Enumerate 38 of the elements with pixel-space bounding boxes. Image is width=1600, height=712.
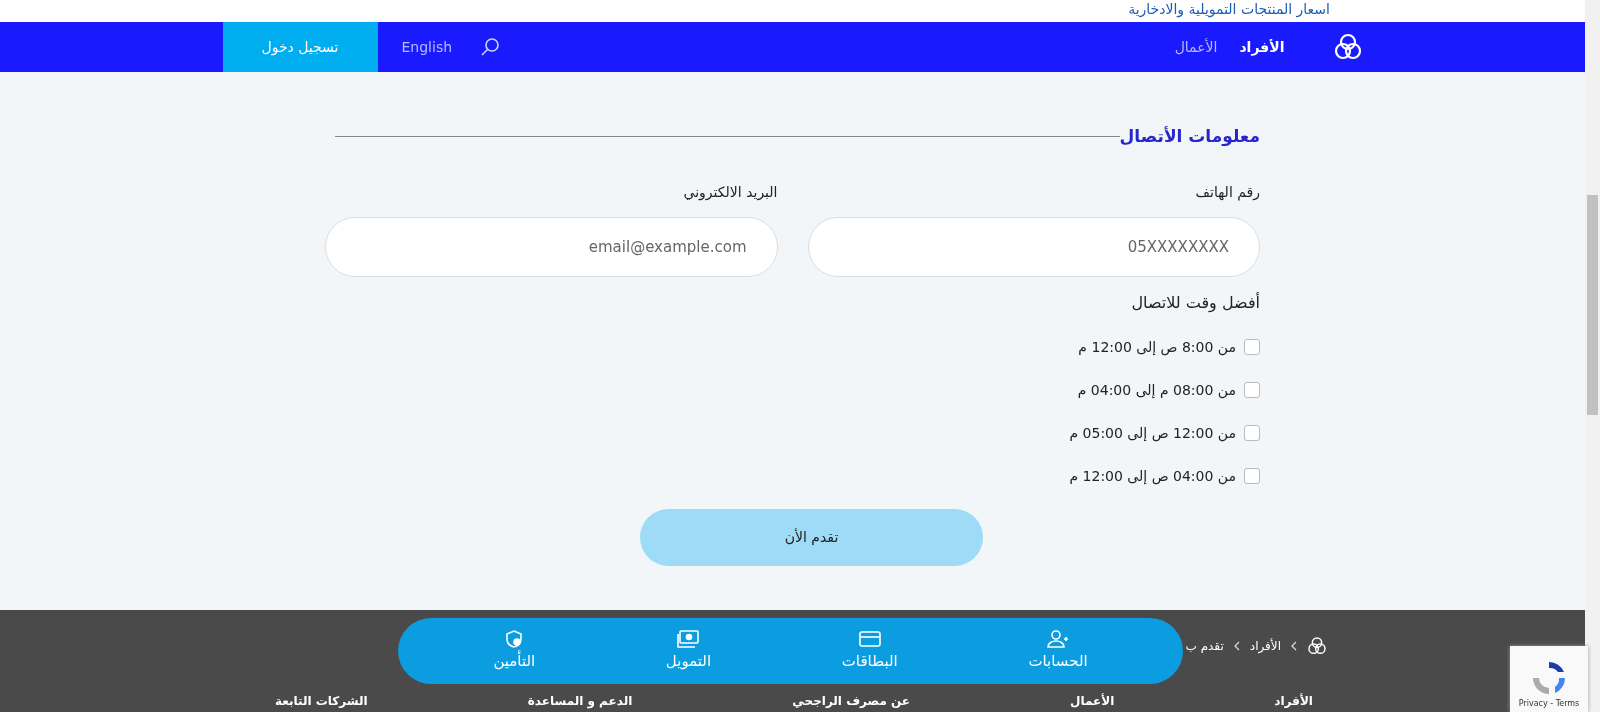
scrollbar[interactable]: [1585, 0, 1600, 712]
checkbox-label: من 12:00 ص إلى 05:00 م: [1069, 423, 1236, 444]
footer-heading: الدعم و المساعدة: [527, 693, 633, 710]
nav-link[interactable]: الأفراد: [1239, 36, 1285, 58]
user-plus-icon: [1047, 629, 1070, 648]
nav-link[interactable]: الأعمال: [1174, 36, 1218, 58]
field-label: البريد الالكتروني: [682, 182, 778, 203]
chevron-icon: [1233, 641, 1240, 651]
shield-icon: [505, 629, 524, 648]
checkbox[interactable]: [1244, 425, 1260, 441]
recaptcha-badge[interactable]: Privacy - Terms: [1510, 646, 1588, 712]
input-field[interactable]: email@example.com: [325, 216, 778, 277]
section-title: معلومات الأتصال: [1119, 125, 1260, 148]
checkbox-label: من 8:00 ص إلى 12:00 م: [1078, 337, 1236, 358]
submit-button[interactable]: تقدم الأن: [640, 508, 983, 566]
footer-heading: الأفراد: [1274, 692, 1313, 710]
credit-card-icon: [858, 629, 881, 648]
footer-heading: عن مصرف الراجحي: [792, 693, 910, 710]
checkbox[interactable]: [1244, 382, 1260, 398]
breadcrumb-link[interactable]: الأفراد: [1249, 637, 1281, 655]
field-label: رقم الهاتف: [1194, 182, 1260, 203]
group-label: أفضل وقت للاتصال: [1130, 291, 1260, 314]
footer-heading: الأعمال: [1070, 692, 1115, 710]
input-field[interactable]: 05XXXXXXXX: [807, 216, 1260, 277]
top-link[interactable]: اسعار المنتجات التمويلية والادخارية: [1128, 1, 1330, 17]
checkbox[interactable]: [1244, 468, 1260, 484]
breadcrumb-link[interactable]: تقدم ب: [1185, 637, 1224, 655]
checkbox-label: من 04:00 ص إلى 12:00 م: [1069, 466, 1236, 487]
footer-heading: الشركات التابعة: [275, 693, 368, 710]
checkbox-label: من 08:00 م إلى 04:00 م: [1077, 380, 1236, 401]
recaptcha-links[interactable]: Privacy - Terms: [1518, 698, 1580, 710]
logo-icon[interactable]: [1332, 32, 1363, 62]
language-link[interactable]: English: [401, 36, 453, 58]
chevron-icon: [1291, 641, 1297, 651]
banknote-icon: [677, 629, 700, 648]
search-icon[interactable]: [480, 37, 501, 57]
checkbox[interactable]: [1244, 339, 1260, 355]
logo-icon[interactable]: [1307, 636, 1327, 656]
